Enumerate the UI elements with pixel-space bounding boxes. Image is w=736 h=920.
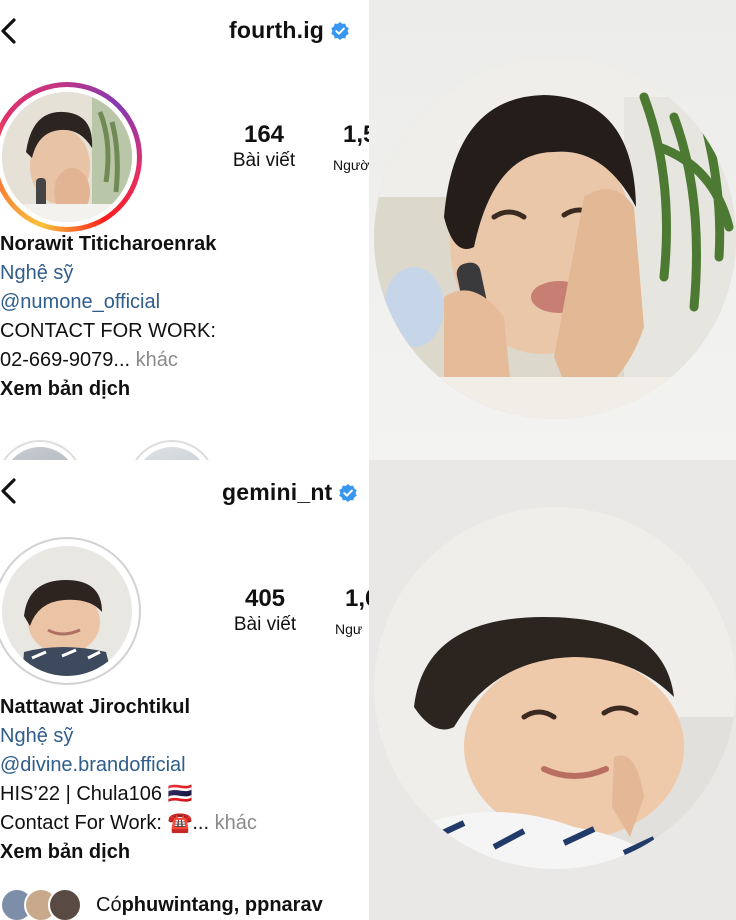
username: gemini_nt	[222, 479, 333, 505]
followed-by-row[interactable]: Có phuwintang, ppnarav	[0, 888, 369, 920]
full-name: Nattawat Jirochtikul	[0, 696, 191, 718]
posts-label: Bài viết	[232, 150, 296, 171]
enlarged-avatar	[374, 57, 736, 419]
category-label: Nghệ sỹ	[0, 262, 74, 284]
followers-count: 1,5	[343, 121, 369, 148]
followers-label: Ngư	[335, 621, 363, 637]
followers-label: Ngườ	[333, 157, 369, 173]
followers-count: 1,6	[345, 585, 369, 612]
story-highlight[interactable]	[0, 440, 84, 460]
bio-line-2-wrap: Contact For Work: ☎️... khác	[0, 809, 257, 838]
posts-stat[interactable]: 405 Bài viết	[222, 585, 308, 637]
more-link[interactable]: khác	[209, 812, 257, 834]
bio-link[interactable]: @numone_official	[0, 288, 216, 317]
avatar	[2, 546, 132, 676]
avatar	[2, 92, 132, 222]
see-translation-button[interactable]: Xem bản dịch	[0, 838, 257, 867]
followed-by-prefix: Có	[96, 893, 122, 916]
follower-avatar	[48, 888, 82, 920]
bio-link[interactable]: @divine.brandofficial	[0, 751, 257, 780]
verified-badge-icon	[331, 21, 349, 40]
posts-count: 164	[243, 121, 285, 148]
enlarged-avatar-panel-top	[369, 0, 736, 460]
username-header: fourth.ig	[229, 17, 350, 44]
bio-line-2: Contact For Work: ☎️...	[0, 812, 210, 834]
bio-section: Norawit Titicharoenrak Nghệ sỹ @numone_o…	[0, 230, 216, 404]
bio-line-1: HIS’22 | Chula106 🇹🇭	[0, 783, 193, 805]
profile-panel-bottom: gemini_nt 405 Bài viết 1,6 Ngư Nattawat …	[0, 460, 369, 920]
story-highlight[interactable]	[128, 440, 216, 460]
see-translation-button[interactable]: Xem bản dịch	[0, 375, 216, 404]
username: fourth.ig	[229, 17, 325, 43]
back-arrow-icon[interactable]	[0, 14, 28, 48]
posts-stat[interactable]: 164 Bài viết	[222, 121, 306, 173]
bio-line-2-wrap: 02-669-9079... khác	[0, 346, 216, 375]
followers-stat[interactable]: 1,5 Ngườ	[333, 121, 369, 177]
more-link[interactable]: khác	[130, 349, 178, 371]
verified-badge-icon	[339, 483, 358, 502]
profile-panel-top: fourth.ig 164 Bài viết 1,5 Ngườ	[0, 0, 369, 460]
category-label: Nghệ sỹ	[0, 725, 74, 747]
enlarged-avatar-panel-bottom	[369, 460, 736, 920]
full-name: Norawit Titicharoenrak	[0, 233, 217, 255]
enlarged-avatar	[374, 507, 736, 869]
bio-line-2: 02-669-9079...	[0, 349, 131, 371]
bio-section: Nattawat Jirochtikul Nghệ sỹ @divine.bra…	[0, 693, 257, 867]
followed-by-names: phuwintang, ppnarav	[121, 893, 323, 916]
posts-count: 405	[244, 585, 286, 612]
bio-line-1: CONTACT FOR WORK:	[0, 320, 216, 342]
username-header: gemini_nt	[222, 479, 358, 506]
followers-stat[interactable]: 1,6 Ngư	[335, 585, 369, 641]
posts-label: Bài viết	[233, 614, 297, 635]
avatar-story-ring[interactable]	[0, 82, 142, 232]
back-arrow-icon[interactable]	[0, 474, 28, 508]
avatar-seen-ring[interactable]	[0, 537, 141, 685]
